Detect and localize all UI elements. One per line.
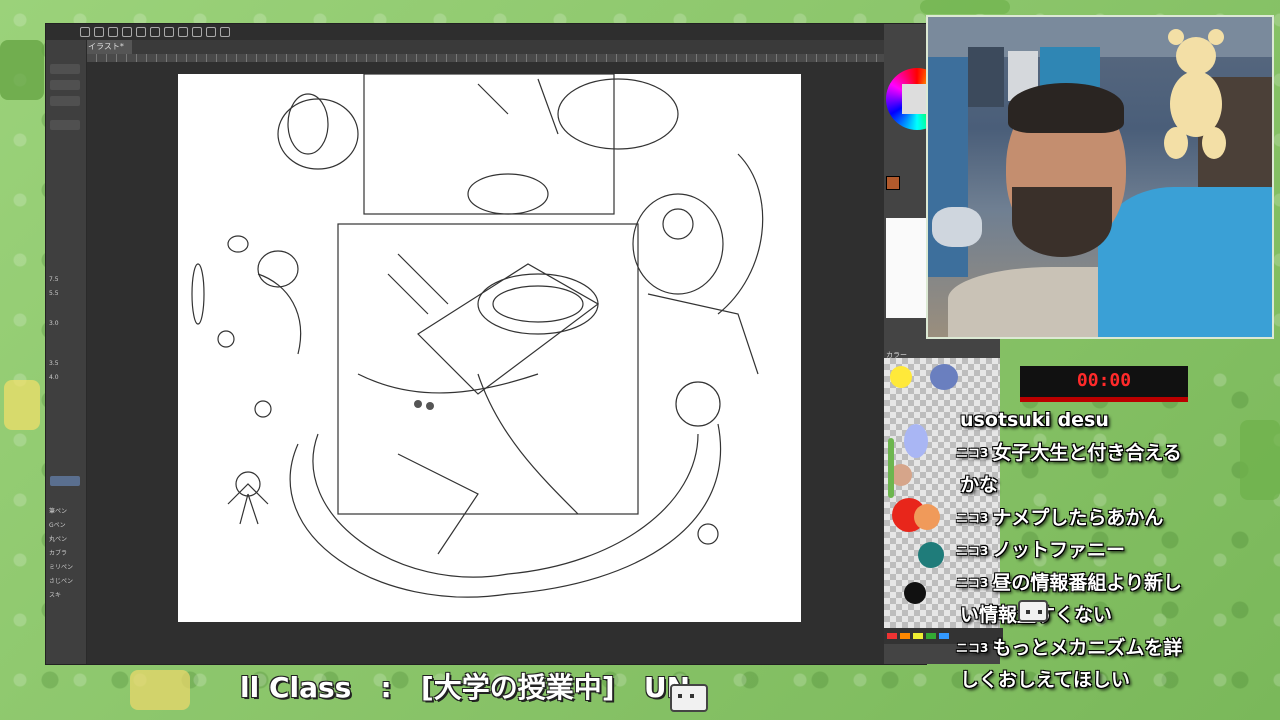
new-file-icon[interactable] bbox=[94, 27, 104, 37]
undo-icon[interactable] bbox=[136, 27, 146, 37]
chat-user-tag: ニコ3 bbox=[956, 446, 989, 460]
chat-text: ノットファニー bbox=[992, 539, 1125, 561]
chat-overlay: usotsuki desu ニコ3 女子大生と付き合える かな ニコ3 ナメプしたら… bbox=[926, 340, 1254, 702]
brush-size-label[interactable]: 4.0 bbox=[49, 374, 59, 381]
chat-line: ニコ3 ノットファニー bbox=[956, 534, 1252, 567]
chat-line: ニコ3 昼の情報番組より新し bbox=[956, 567, 1252, 600]
document-tab[interactable]: イラスト* bbox=[80, 40, 132, 54]
settings-icon[interactable] bbox=[80, 27, 90, 37]
chat-text: もっとメカニズムを詳 bbox=[992, 636, 1183, 659]
brush-size-label[interactable]: 7.5 bbox=[49, 276, 59, 283]
brush-size-label[interactable]: 3.0 bbox=[49, 320, 59, 327]
brush-list-item[interactable]: カブラ bbox=[49, 548, 67, 557]
brush-size-label[interactable]: 3.5 bbox=[49, 360, 59, 367]
person-hair bbox=[1008, 83, 1124, 133]
tool-panel: 7.5 5.5 3.0 3.5 4.0 筆ペン Gペン 丸ペン カブラ ミリペン… bbox=[46, 40, 87, 664]
background-decoration bbox=[0, 40, 44, 100]
chat-line: ニコ3 もっとメカニズムを詳 bbox=[956, 632, 1252, 665]
chat-text: しくおしえてほしい bbox=[960, 669, 1131, 691]
person-beard bbox=[1012, 187, 1112, 257]
chat-user-tag: ニコ3 bbox=[956, 511, 989, 525]
horizontal-ruler bbox=[86, 54, 888, 62]
tool-button[interactable] bbox=[50, 64, 80, 74]
chat-text: かな bbox=[960, 474, 999, 496]
painting-app-window: イラスト* 7.5 5.5 3.0 3.5 4.0 筆ペン Gペン 丸ペン カブ… bbox=[46, 24, 926, 664]
brush-list-item[interactable]: 丸ペン bbox=[49, 534, 67, 543]
color-chip[interactable] bbox=[887, 633, 897, 639]
brush-list-item[interactable]: さじペン bbox=[49, 576, 73, 585]
drawing-canvas[interactable] bbox=[178, 73, 801, 622]
pixel-cat-icon bbox=[1018, 600, 1048, 622]
poster bbox=[968, 47, 1004, 107]
toolbar bbox=[46, 24, 926, 40]
background-decoration bbox=[920, 0, 1010, 14]
chat-messages: usotsuki desu ニコ3 女子大生と付き合える かな ニコ3 ナメプしたら… bbox=[956, 404, 1252, 697]
tool-button[interactable] bbox=[50, 476, 80, 486]
canvas-area bbox=[87, 62, 888, 664]
brush-list-item[interactable]: 筆ペン bbox=[49, 506, 67, 515]
open-file-icon[interactable] bbox=[108, 27, 118, 37]
chat-line: しくおしえてほしい bbox=[956, 664, 1252, 697]
brush-icon[interactable] bbox=[192, 27, 202, 37]
brush-list-item[interactable]: スキ bbox=[49, 590, 61, 599]
current-color-swatch[interactable] bbox=[886, 176, 900, 190]
pen-icon[interactable] bbox=[206, 27, 216, 37]
brush-list-item[interactable]: ミリペン bbox=[49, 562, 73, 571]
tool-button[interactable] bbox=[50, 96, 80, 106]
paint-dot bbox=[904, 582, 926, 604]
chat-line: ニコ3 ナメプしたらあかん bbox=[956, 502, 1252, 535]
chat-text: 女子大生と付き合える bbox=[992, 441, 1182, 464]
paint-dot bbox=[904, 424, 928, 458]
tool-button[interactable] bbox=[50, 120, 80, 130]
poster bbox=[1040, 47, 1100, 87]
background-decoration bbox=[130, 670, 190, 710]
color-chip[interactable] bbox=[913, 633, 923, 639]
paint-dot bbox=[888, 438, 894, 498]
webcam-feed bbox=[926, 15, 1274, 339]
save-icon[interactable] bbox=[122, 27, 132, 37]
chat-text: usotsuki desu bbox=[960, 409, 1109, 431]
paint-dot bbox=[890, 366, 912, 388]
chat-user-tag: ニコ3 bbox=[956, 576, 989, 590]
brush-size-label[interactable]: 5.5 bbox=[49, 290, 59, 297]
transform-icon[interactable] bbox=[164, 27, 174, 37]
ruler-icon[interactable] bbox=[220, 27, 230, 37]
selection-icon[interactable] bbox=[178, 27, 188, 37]
sketch-drawing bbox=[191, 73, 764, 598]
chat-line: usotsuki desu bbox=[956, 404, 1252, 437]
brush-list-item[interactable]: Gペン bbox=[49, 520, 66, 529]
pixel-cat-icon bbox=[670, 684, 708, 712]
chat-user-tag: ニコ3 bbox=[956, 543, 989, 558]
background-decoration bbox=[4, 380, 40, 430]
scrolling-ticker: ll Class : [大学の授業中] UN bbox=[240, 671, 691, 704]
chat-line: ニコ3 女子大生と付き合える bbox=[956, 437, 1252, 470]
chat-user-tag: ニコ3 bbox=[956, 641, 989, 655]
person-hoodie bbox=[1098, 187, 1272, 337]
chat-line: い情報量すくない bbox=[956, 599, 1252, 632]
teddy-bear bbox=[1154, 27, 1234, 167]
chat-line: かな bbox=[956, 469, 1252, 502]
tool-button[interactable] bbox=[50, 80, 80, 90]
chat-text: 昼の情報番組より新し bbox=[992, 571, 1182, 594]
redo-icon[interactable] bbox=[150, 27, 160, 37]
color-chip[interactable] bbox=[900, 633, 910, 639]
figurine bbox=[932, 207, 982, 247]
chat-text: ナメプしたらあかん bbox=[992, 506, 1164, 529]
